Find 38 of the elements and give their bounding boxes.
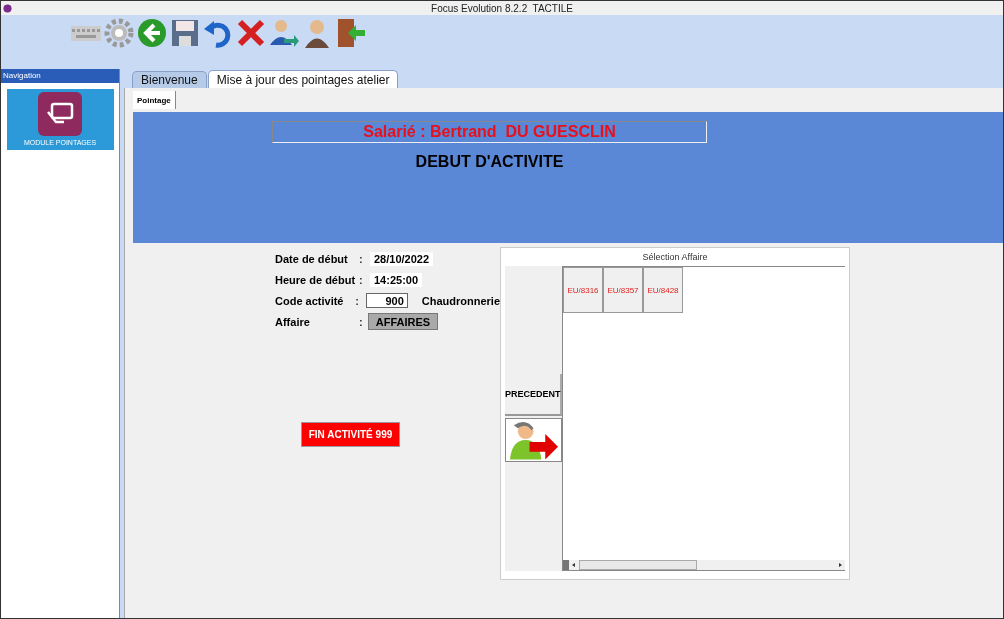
affaires-button[interactable]: AFFAIRES [368, 313, 438, 330]
previous-button[interactable]: PRECEDENT [505, 374, 562, 416]
delete-icon[interactable] [235, 17, 267, 49]
activity-name: Chaudronnerie [421, 294, 500, 307]
gear-icon[interactable] [103, 17, 135, 49]
tab[interactable]: Bienvenue [132, 71, 207, 88]
input-field[interactable]: 900 [365, 293, 408, 308]
subtab[interactable]: Pointage [133, 91, 176, 109]
user-arrow-icon [508, 420, 559, 460]
job-tile[interactable]: EU/8428 [643, 267, 683, 313]
navigation-header: Navigation [1, 69, 119, 83]
employee-name: Salarié : Bertrand DU GUESCLIN [272, 121, 707, 143]
job-tile[interactable]: EU/8316 [563, 267, 603, 313]
field-label: Affaire [275, 315, 311, 328]
colon: : [359, 273, 364, 286]
field-label: Date de début [275, 252, 349, 265]
card-payment-icon [38, 92, 82, 136]
back-icon[interactable] [136, 17, 168, 49]
app-icon [3, 3, 12, 13]
colon: : [355, 294, 360, 307]
next-user-button[interactable] [505, 418, 562, 462]
job-tile[interactable]: EU/8357 [603, 267, 643, 313]
end-activity-button[interactable]: FIN ACTIVITÉ 999 [301, 422, 400, 447]
scroll-thumb[interactable] [579, 560, 697, 570]
colon: : [359, 315, 364, 328]
colon: : [359, 252, 364, 265]
window-title: Focus Evolution 8.2.2 TACTILE [431, 2, 574, 14]
panel-title: Sélection Affaire [641, 251, 709, 264]
field-label: Heure de début [275, 273, 357, 286]
user-transfer-icon[interactable] [268, 17, 300, 49]
field-value: 28/10/2022 [370, 251, 434, 266]
save-icon[interactable] [169, 17, 201, 49]
field-value: 14:25:00 [370, 272, 423, 287]
activity-heading: DEBUT D'ACTIVITE [414, 153, 565, 171]
field-label: Code activité [275, 294, 345, 307]
tab[interactable]: Mise à jour des pointages atelier [207, 70, 399, 88]
horizontal-scrollbar[interactable] [563, 560, 845, 570]
scroll-corner [563, 560, 569, 570]
